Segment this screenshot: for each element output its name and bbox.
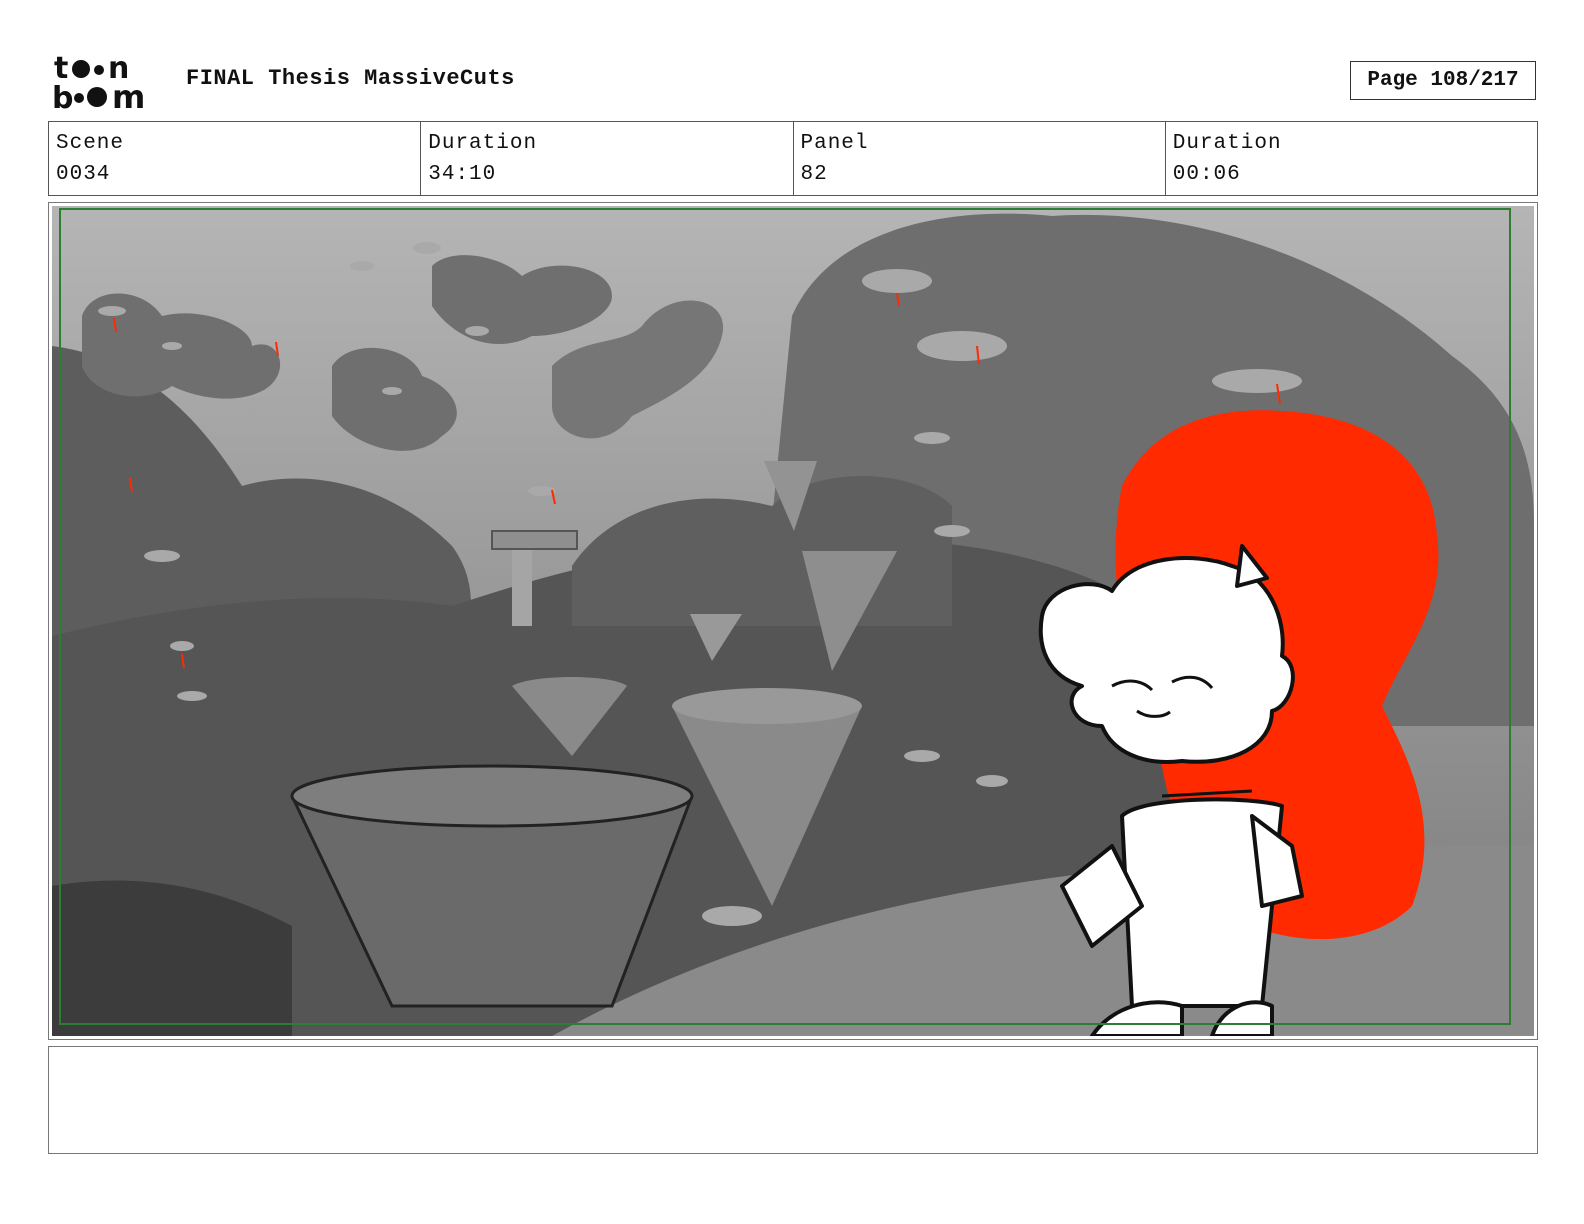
- toonboom-logo: t n b m: [52, 52, 145, 110]
- scene-label: Scene: [56, 132, 125, 155]
- panel-label: Panel: [800, 132, 869, 155]
- page-number: Page 108/217: [1350, 61, 1536, 100]
- panel-value: 82: [800, 163, 828, 186]
- panel-duration-label: Duration: [1172, 132, 1282, 155]
- svg-text:m: m: [112, 78, 145, 110]
- storyboard-panel-image: [52, 206, 1534, 1036]
- scene-duration-label: Duration: [428, 132, 538, 155]
- svg-text:b: b: [52, 81, 73, 110]
- scene-value: 0034: [56, 163, 111, 186]
- scene-duration-cell: Duration 34:10: [421, 122, 794, 195]
- scene-info-table: Scene 0034 Duration 34:10 Panel 82 Durat…: [48, 121, 1538, 196]
- scene-cell: Scene 0034: [49, 122, 422, 195]
- scene-duration-value: 34:10: [428, 163, 497, 186]
- document-title: FINAL Thesis MassiveCuts: [186, 66, 515, 91]
- panel-cell: Panel 82: [794, 122, 1166, 195]
- panel-notes-box: [48, 1046, 1538, 1154]
- panel-duration-cell: Duration 00:06: [1166, 122, 1537, 195]
- panel-duration-value: 00:06: [1172, 163, 1241, 186]
